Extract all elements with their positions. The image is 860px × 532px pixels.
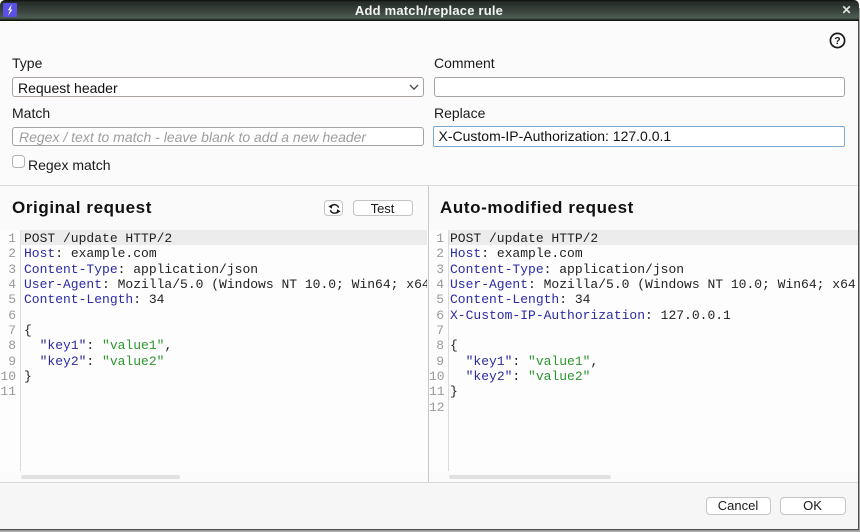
svg-text:?: ? — [834, 35, 840, 47]
